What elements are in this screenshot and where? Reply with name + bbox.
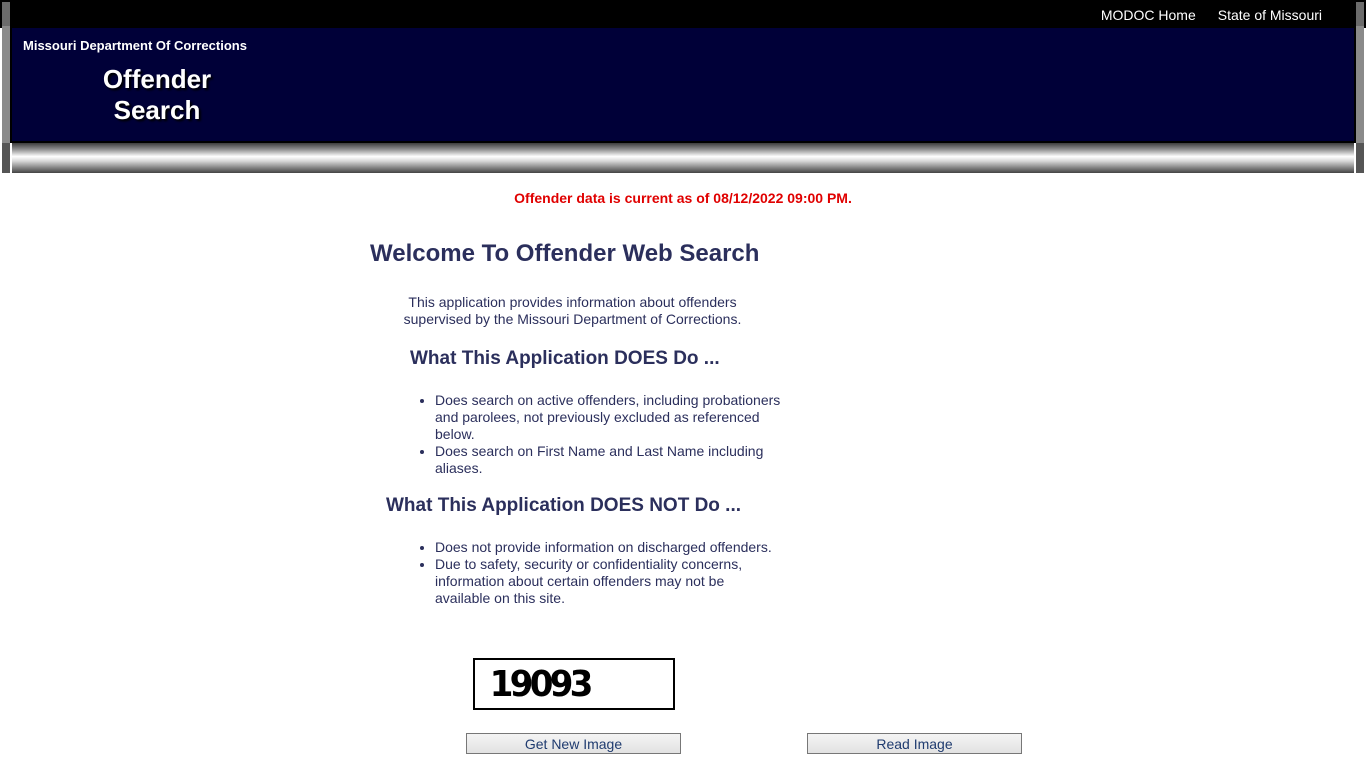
header-gradient-bar (2, 143, 1364, 173)
app-title-line2: Search (113, 95, 201, 125)
top-navigation: MODOC Home State of Missouri (1101, 7, 1322, 23)
modoc-home-link[interactable]: MODOC Home (1101, 7, 1196, 23)
captcha-code: 19093 (489, 664, 594, 705)
captcha-image: 19093 (473, 658, 675, 710)
does-not-list: Does not provide information on discharg… (370, 539, 800, 607)
does-item-1-line1: Does search on active offenders, includi… (435, 392, 781, 408)
does-not-item-1: Does not provide information on discharg… (435, 539, 795, 556)
does-not-heading: What This Application DOES NOT Do ... (386, 495, 742, 516)
does-list: Does search on active offenders, includi… (370, 392, 800, 477)
does-item-1-line2: and parolees, not previously excluded as… (435, 409, 760, 442)
intro-line1: This application provides information ab… (408, 294, 737, 310)
app-title: Offender Search (72, 64, 242, 126)
header-banner: Missouri Department Of Corrections Offen… (12, 28, 1354, 141)
app-title-line1: Offender (102, 64, 212, 94)
get-new-image-button[interactable]: Get New Image (466, 733, 681, 754)
welcome-heading: Welcome To Offender Web Search (370, 240, 760, 267)
site-header: Missouri Department Of Corrections Offen… (2, 26, 1364, 143)
top-bar: MODOC Home State of Missouri (0, 0, 1366, 28)
top-bar-inner: MODOC Home State of Missouri (2, 2, 1364, 26)
department-name: Missouri Department Of Corrections (23, 38, 247, 53)
intro-text: This application provides information ab… (370, 294, 775, 328)
state-of-missouri-link[interactable]: State of Missouri (1218, 7, 1322, 23)
intro-line2: supervised by the Missouri Department of… (403, 311, 742, 327)
gradient-fill (12, 143, 1354, 173)
data-currency-notice: Offender data is current as of 08/12/202… (514, 190, 852, 206)
does-item-2: Does search on First Name and Last Name … (435, 443, 795, 477)
main-content: Welcome To Offender Web Search This appl… (370, 240, 800, 607)
does-not-item-2: Due to safety, security or confidentiali… (435, 556, 775, 607)
does-item-1: Does search on active offenders, includi… (435, 392, 795, 443)
read-image-button[interactable]: Read Image (807, 733, 1022, 754)
does-heading: What This Application DOES Do ... (410, 348, 720, 369)
